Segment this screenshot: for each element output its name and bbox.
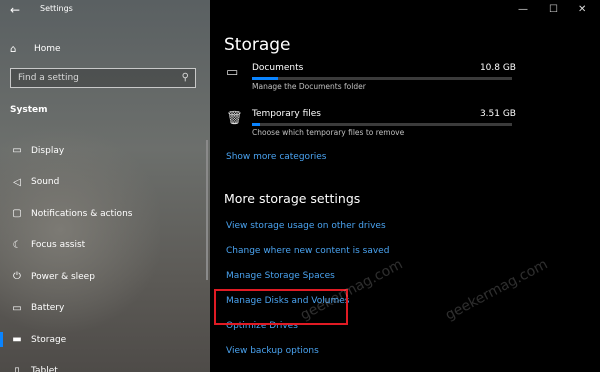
storage-item-size: 3.51 GB bbox=[479, 109, 516, 119]
nav-list: ▭ Display ◁ Sound ▢ Notifications & actions ☾ F… bbox=[0, 135, 210, 372]
search-input[interactable]: Find a setting ⚲ bbox=[10, 68, 196, 88]
watermark: geekermag.com bbox=[442, 256, 551, 324]
sidebar-item-label: Power & sleep bbox=[31, 271, 95, 282]
sidebar-item-label: Focus assist bbox=[31, 240, 86, 251]
sidebar-item-tablet[interactable]: ▯ Tablet bbox=[0, 356, 210, 372]
power-icon: ⏻ bbox=[13, 271, 21, 283]
focus-assist-icon: ☾ bbox=[12, 239, 22, 251]
home-icon: ⌂ bbox=[10, 43, 17, 55]
nav-home-label: Home bbox=[34, 44, 61, 54]
storage-item-name: Documents bbox=[252, 63, 304, 73]
scrollbar[interactable] bbox=[206, 140, 208, 280]
usage-bar bbox=[252, 123, 512, 126]
link-change-new-content-location[interactable]: Change where new content is saved bbox=[226, 246, 389, 256]
tablet-icon: ▯ bbox=[14, 365, 20, 372]
usage-bar-fill bbox=[252, 123, 260, 126]
battery-icon: ▭ bbox=[12, 302, 22, 314]
sidebar-item-label: Tablet bbox=[31, 366, 58, 372]
storage-item-name: Temporary files bbox=[252, 109, 321, 119]
sidebar-item-label: Storage bbox=[31, 334, 67, 345]
sidebar: ← Settings ⌂ Home Find a setting ⚲ Syste… bbox=[0, 0, 210, 372]
storage-icon: ▬ bbox=[12, 334, 22, 346]
usage-bar-fill bbox=[252, 77, 278, 80]
storage-item-desc: Manage the Documents folder bbox=[252, 82, 366, 91]
section-heading: System bbox=[10, 105, 48, 115]
sidebar-item-display[interactable]: ▭ Display bbox=[0, 135, 210, 167]
folder-icon: ▭ bbox=[226, 65, 239, 80]
notifications-icon: ▢ bbox=[12, 208, 22, 220]
nav-home[interactable]: ⌂ Home bbox=[10, 40, 200, 58]
page-title: Storage bbox=[224, 35, 291, 55]
back-arrow-icon[interactable]: ← bbox=[10, 3, 20, 17]
close-icon[interactable]: ✕ bbox=[578, 4, 586, 15]
sidebar-item-power-sleep[interactable]: ⏻ Power & sleep bbox=[0, 261, 210, 293]
sound-icon: ◁ bbox=[13, 176, 21, 188]
sidebar-item-label: Display bbox=[31, 145, 65, 156]
link-view-storage-other-drives[interactable]: View storage usage on other drives bbox=[226, 221, 386, 231]
search-icon[interactable]: ⚲ bbox=[182, 72, 189, 83]
sidebar-item-battery[interactable]: ▭ Battery bbox=[0, 293, 210, 325]
title-bar: ← Settings bbox=[0, 0, 210, 22]
trash-icon: 🗑 bbox=[226, 111, 243, 126]
storage-item-size: 10.8 GB bbox=[479, 63, 516, 73]
section-title: More storage settings bbox=[224, 191, 361, 206]
minimize-icon[interactable]: — bbox=[518, 4, 528, 15]
app-title: Settings bbox=[40, 4, 73, 13]
sidebar-item-storage[interactable]: ▬ Storage bbox=[0, 324, 210, 356]
search-placeholder: Find a setting bbox=[18, 73, 79, 83]
sidebar-item-label: Battery bbox=[31, 303, 65, 314]
sidebar-item-focus-assist[interactable]: ☾ Focus assist bbox=[0, 230, 210, 262]
usage-bar bbox=[252, 77, 512, 80]
maximize-icon[interactable]: ☐ bbox=[549, 4, 558, 15]
sidebar-item-notifications-actions[interactable]: ▢ Notifications & actions bbox=[0, 198, 210, 230]
show-more-categories-link[interactable]: Show more categories bbox=[226, 152, 327, 162]
main-pane: — ☐ ✕ Storage ▭ Documents 10.8 GB Manage… bbox=[210, 0, 600, 372]
storage-item-desc: Choose which temporary files to remove bbox=[252, 128, 405, 137]
sidebar-item-label: Sound bbox=[31, 177, 60, 188]
sidebar-item-label: Notifications & actions bbox=[31, 208, 133, 219]
sidebar-item-sound[interactable]: ◁ Sound bbox=[0, 167, 210, 199]
display-icon: ▭ bbox=[12, 145, 22, 157]
link-view-backup-options[interactable]: View backup options bbox=[226, 346, 319, 356]
link-manage-storage-spaces[interactable]: Manage Storage Spaces bbox=[226, 271, 335, 281]
